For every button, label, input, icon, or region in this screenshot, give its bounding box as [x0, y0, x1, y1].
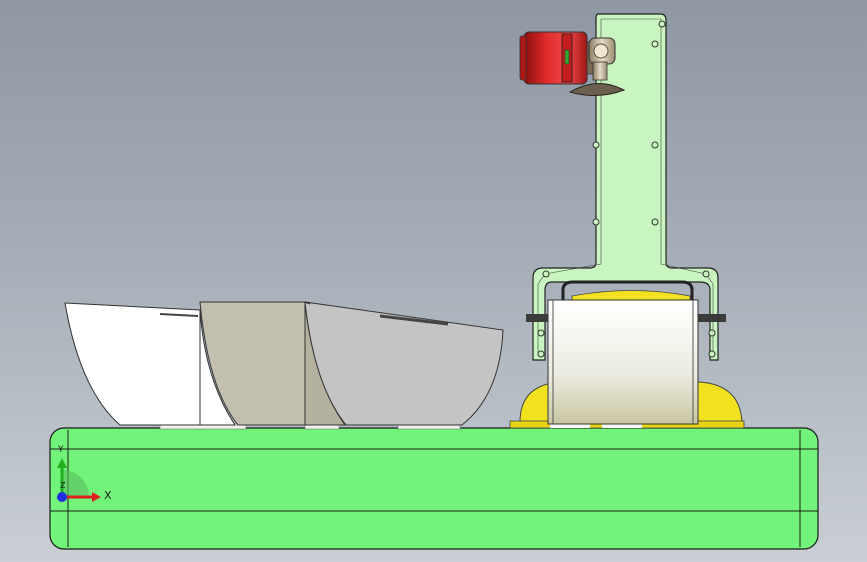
z-axis-label: Z: [60, 481, 66, 490]
x-axis-label: X: [104, 489, 112, 502]
drum-cylinder: [547, 280, 699, 425]
tray-bowl-right: [304, 301, 504, 426]
z-axis-point: [57, 492, 67, 502]
base-platform: [49, 427, 819, 550]
cad-viewport[interactable]: X Y Z: [0, 0, 867, 562]
y-axis-label: Y: [58, 445, 64, 455]
cad-model-view: [49, 13, 819, 550]
motor: [519, 31, 598, 85]
